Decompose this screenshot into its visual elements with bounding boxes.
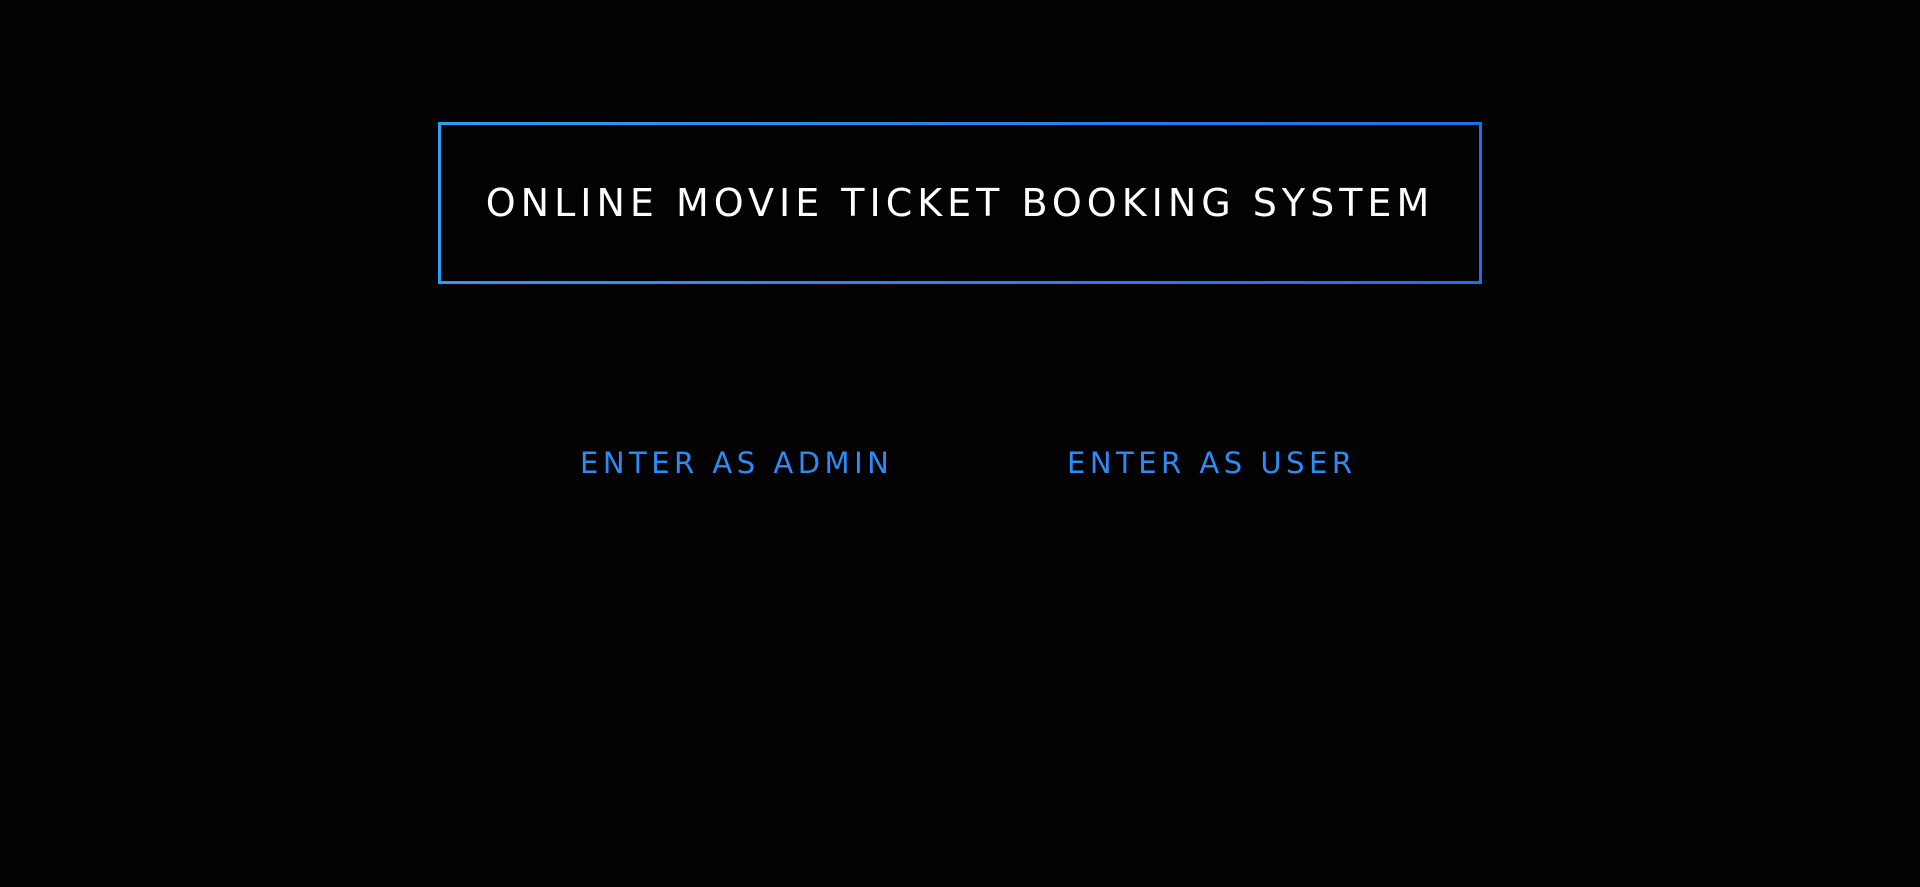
enter-as-admin-link[interactable]: ENTER AS ADMIN [580,446,893,480]
page-title: ONLINE MOVIE TICKET BOOKING SYSTEM [485,181,1435,225]
enter-as-user-link[interactable]: ENTER AS USER [1067,446,1357,480]
title-banner: ONLINE MOVIE TICKET BOOKING SYSTEM [438,122,1482,284]
